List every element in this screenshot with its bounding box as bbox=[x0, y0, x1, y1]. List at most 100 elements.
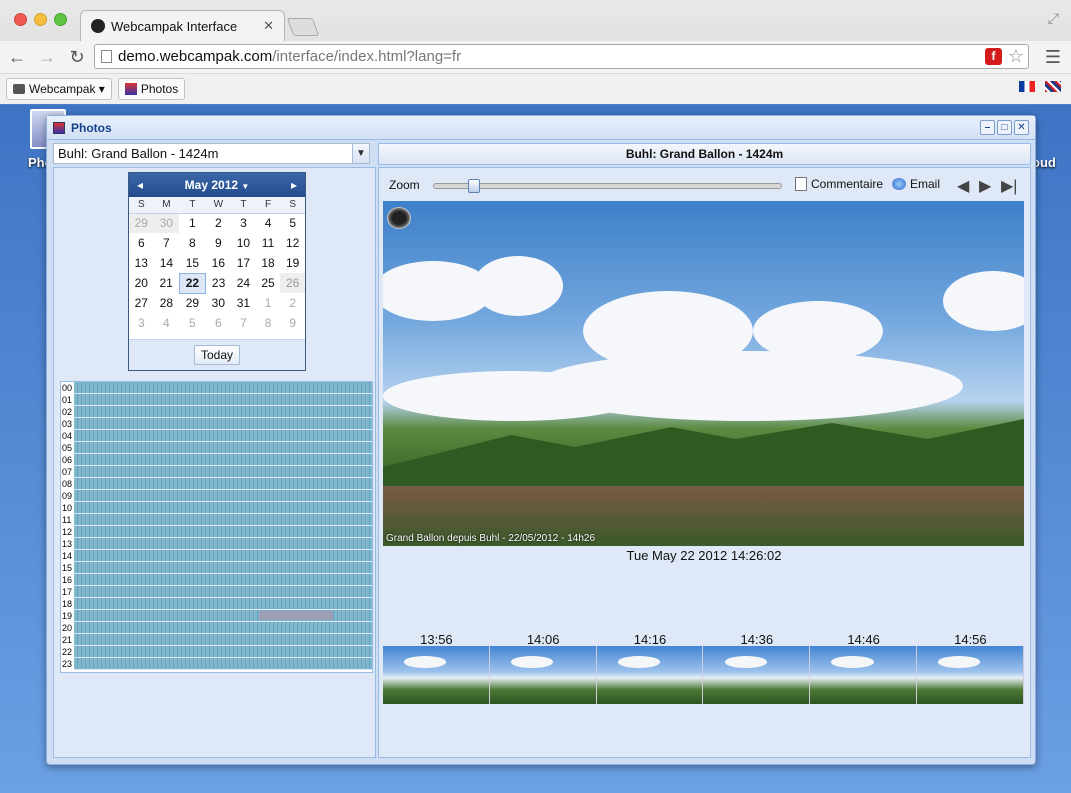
hour-photo-bar[interactable] bbox=[74, 598, 372, 610]
calendar-day[interactable]: 7 bbox=[154, 233, 180, 253]
calendar-day[interactable]: 6 bbox=[129, 233, 154, 253]
calendar-day[interactable]: 28 bbox=[154, 293, 180, 313]
hour-photo-bar[interactable] bbox=[74, 430, 372, 442]
hour-photo-bar[interactable] bbox=[74, 514, 372, 526]
browser-menu-icon[interactable]: ☰ bbox=[1045, 47, 1061, 68]
today-button[interactable]: Today bbox=[193, 345, 241, 365]
calendar-day[interactable]: 29 bbox=[129, 213, 154, 233]
calendar-day[interactable]: 2 bbox=[280, 293, 305, 313]
hour-row[interactable]: 13 bbox=[61, 538, 372, 550]
flash-icon[interactable]: f bbox=[985, 48, 1002, 65]
webcam-photo[interactable]: Grand Ballon depuis Buhl - 22/05/2012 - … bbox=[383, 201, 1024, 546]
hour-row[interactable]: 09 bbox=[61, 490, 372, 502]
calendar-day[interactable]: 3 bbox=[129, 313, 154, 333]
calendar-day[interactable]: 10 bbox=[231, 233, 256, 253]
hour-photo-bar[interactable] bbox=[74, 574, 372, 586]
previous-photo-icon[interactable]: ◀ bbox=[957, 176, 969, 196]
calendar-day[interactable]: 30 bbox=[153, 213, 180, 233]
calendar-day[interactable]: 12 bbox=[280, 233, 305, 253]
bookmark-star-icon[interactable]: ☆ bbox=[1008, 46, 1024, 67]
bookmark-photos[interactable]: Photos bbox=[117, 78, 186, 100]
calendar-day[interactable]: 9 bbox=[206, 233, 232, 253]
hour-photo-bar[interactable] bbox=[74, 562, 372, 574]
hour-row[interactable]: 18 bbox=[61, 598, 372, 610]
calendar-day[interactable]: 23 bbox=[206, 273, 232, 293]
calendar-day[interactable]: 26 bbox=[280, 273, 305, 293]
hour-row[interactable]: 21 bbox=[61, 634, 372, 646]
calendar-day[interactable]: 3 bbox=[231, 213, 256, 233]
calendar-day[interactable]: 19 bbox=[280, 253, 305, 273]
hour-photo-bar[interactable] bbox=[74, 382, 372, 394]
comment-button[interactable]: Commentaire bbox=[795, 177, 883, 191]
calendar-day[interactable]: 29 bbox=[179, 293, 205, 313]
reload-icon[interactable]: ↻ bbox=[64, 44, 90, 70]
calendar-day[interactable]: 8 bbox=[256, 313, 281, 333]
tab-close-icon[interactable]: ✕ bbox=[263, 18, 274, 34]
hour-row[interactable]: 15 bbox=[61, 562, 372, 574]
hour-photo-bar[interactable] bbox=[74, 466, 372, 478]
hour-photo-bar[interactable] bbox=[74, 634, 372, 646]
new-tab-button[interactable] bbox=[286, 18, 320, 36]
hour-photo-bar[interactable] bbox=[74, 454, 372, 466]
french-flag-icon[interactable] bbox=[1019, 81, 1035, 92]
minimize-icon[interactable]: – bbox=[980, 120, 995, 135]
thumbnail-image[interactable] bbox=[383, 646, 490, 704]
calendar-day[interactable]: 22 bbox=[178, 272, 207, 294]
thumbnail-image[interactable] bbox=[489, 646, 597, 704]
calendar-day[interactable]: 21 bbox=[154, 273, 180, 293]
calendar-day[interactable]: 15 bbox=[179, 253, 205, 273]
close-window-button[interactable] bbox=[14, 13, 27, 26]
last-photo-icon[interactable]: ▶| bbox=[1001, 176, 1017, 196]
calendar-day[interactable]: 1 bbox=[256, 293, 281, 313]
bookmark-webcampak[interactable]: Webcampak ▾ bbox=[6, 78, 112, 100]
hour-row[interactable]: 16 bbox=[61, 574, 372, 586]
hour-photo-bar[interactable] bbox=[74, 442, 372, 454]
prev-month-icon[interactable]: ◂ bbox=[137, 178, 143, 192]
calendar-day[interactable]: 25 bbox=[256, 273, 281, 293]
hour-row[interactable]: 11 bbox=[61, 514, 372, 526]
fullscreen-icon[interactable]: ⤢ bbox=[1048, 10, 1059, 27]
calendar-day[interactable]: 7 bbox=[231, 313, 256, 333]
hour-row[interactable]: 08 bbox=[61, 478, 372, 490]
zoom-slider[interactable] bbox=[433, 179, 782, 193]
calendar-day[interactable]: 17 bbox=[231, 253, 256, 273]
hour-photo-bar[interactable] bbox=[74, 646, 372, 658]
hour-row[interactable]: 05 bbox=[61, 442, 372, 454]
browser-tab[interactable]: Webcampak Interface ✕ bbox=[80, 10, 285, 41]
hour-photo-bar[interactable] bbox=[74, 490, 372, 502]
window-titlebar[interactable]: Photos – □ ✕ bbox=[47, 116, 1035, 140]
hour-photo-bar[interactable] bbox=[74, 526, 372, 538]
hour-photo-bar[interactable] bbox=[74, 478, 372, 490]
calendar-day[interactable]: 5 bbox=[179, 313, 205, 333]
calendar-day[interactable]: 13 bbox=[129, 253, 154, 273]
hour-photo-bar[interactable] bbox=[74, 610, 372, 622]
calendar-day[interactable]: 4 bbox=[154, 313, 180, 333]
thumbnail-image[interactable] bbox=[916, 646, 1024, 704]
calendar-day[interactable]: 1 bbox=[179, 213, 205, 233]
hour-row[interactable]: 06 bbox=[61, 454, 372, 466]
minimize-window-button[interactable] bbox=[34, 13, 47, 26]
hour-photo-bar[interactable] bbox=[74, 622, 372, 634]
hour-photo-bar[interactable] bbox=[74, 406, 372, 418]
calendar-day[interactable]: 9 bbox=[280, 313, 305, 333]
hour-row[interactable]: 19 bbox=[61, 610, 372, 622]
source-select[interactable]: Buhl: Grand Ballon - 1424m ▼ bbox=[53, 143, 370, 164]
hour-photo-bar[interactable] bbox=[74, 658, 372, 670]
hour-row[interactable]: 00 bbox=[61, 382, 372, 394]
calendar-day[interactable]: 8 bbox=[179, 233, 205, 253]
next-photo-icon[interactable]: ▶ bbox=[979, 176, 991, 196]
hour-row[interactable]: 20 bbox=[61, 622, 372, 634]
calendar-day[interactable]: 5 bbox=[280, 213, 305, 233]
chevron-down-icon[interactable]: ▼ bbox=[352, 144, 369, 163]
zoom-slider-thumb[interactable] bbox=[468, 179, 480, 193]
calendar-day[interactable]: 11 bbox=[256, 233, 281, 253]
close-icon[interactable]: ✕ bbox=[1014, 120, 1029, 135]
forward-icon[interactable]: → bbox=[34, 44, 60, 70]
hour-row[interactable]: 23 bbox=[61, 658, 372, 670]
address-bar[interactable]: demo.webcampak.com/interface/index.html?… bbox=[94, 44, 1029, 69]
back-icon[interactable]: ← bbox=[4, 44, 30, 70]
email-button[interactable]: Email bbox=[892, 177, 940, 191]
hour-row[interactable]: 01 bbox=[61, 394, 372, 406]
hour-row[interactable]: 14 bbox=[61, 550, 372, 562]
calendar-day[interactable]: 16 bbox=[206, 253, 232, 273]
